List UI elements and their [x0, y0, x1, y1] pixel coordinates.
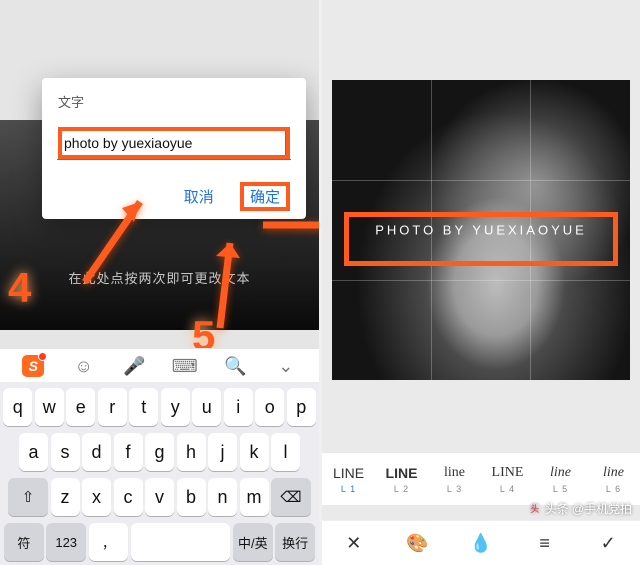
left-panel: 在此处点按两次即可更改文本 文字 取消 确定 — [0, 0, 319, 565]
font-tab-L5[interactable]: line L 5 — [534, 453, 587, 505]
opacity-button[interactable]: 💧 — [449, 533, 513, 554]
caption-input[interactable] — [62, 131, 286, 155]
font-label: L 4 — [500, 484, 515, 494]
key-a[interactable]: a — [19, 433, 48, 471]
font-tab-L4[interactable]: LINE L 4 — [481, 453, 534, 505]
language-key[interactable]: 中/英 — [233, 523, 273, 561]
key-y[interactable]: y — [161, 388, 190, 426]
key-j[interactable]: j — [208, 433, 237, 471]
key-q[interactable]: q — [3, 388, 32, 426]
space-key[interactable] — [131, 523, 231, 561]
key-t[interactable]: t — [129, 388, 158, 426]
key-b[interactable]: b — [177, 478, 206, 516]
keyboard-toolbar: S ☺ 🎤 ⌨ 🔍 ⌄ — [0, 348, 319, 383]
symbol-key[interactable]: 符 — [4, 523, 44, 561]
key-s[interactable]: s — [51, 433, 80, 471]
left-editor-area: 在此处点按两次即可更改文本 文字 取消 确定 — [0, 0, 319, 348]
key-c[interactable]: c — [114, 478, 143, 516]
key-e[interactable]: e — [66, 388, 95, 426]
shift-key[interactable]: ⇧ — [8, 478, 48, 516]
soft-keyboard: qwertyuiop asdfghjkl ⇧ zxcvbnm ⌫ 符 123 ，… — [0, 382, 319, 565]
edit-hint-text: 在此处点按两次即可更改文本 — [0, 268, 319, 287]
font-sample: LINE — [333, 465, 364, 481]
watermark: 头 头条 @手机党拍 — [528, 500, 632, 517]
font-tab-L1[interactable]: LINE L 1 — [322, 453, 375, 505]
key-p[interactable]: p — [287, 388, 316, 426]
font-tab-L6[interactable]: line L 6 — [587, 453, 640, 505]
key-o[interactable]: o — [255, 388, 284, 426]
font-tab-L3[interactable]: line L 3 — [428, 453, 481, 505]
backspace-key[interactable]: ⌫ — [271, 478, 311, 516]
align-button[interactable]: ≡ — [513, 533, 577, 554]
right-panel: PHOTO BY YUEXIAOYUE LINE L 1 LINE L 2 line L … — [322, 0, 640, 565]
key-l[interactable]: l — [271, 433, 300, 471]
font-label: L 1 — [341, 484, 356, 494]
font-label: L 3 — [447, 484, 462, 494]
font-sample: LINE — [492, 465, 524, 481]
caption-highlight-box — [344, 212, 618, 266]
comma-key[interactable]: ， — [89, 523, 129, 561]
key-m[interactable]: m — [240, 478, 269, 516]
bottom-toolbar: ✕ 🎨 💧 ≡ ✓ — [322, 520, 640, 565]
enter-key[interactable]: 换行 — [275, 523, 315, 561]
font-tab-L2[interactable]: LINE L 2 — [375, 453, 428, 505]
font-sample: line — [603, 465, 624, 481]
font-sample: line — [444, 465, 465, 481]
key-d[interactable]: d — [82, 433, 111, 471]
key-h[interactable]: h — [177, 433, 206, 471]
font-label: L 6 — [606, 484, 621, 494]
number-key[interactable]: 123 — [46, 523, 86, 561]
step-number-5: 5 — [192, 312, 215, 348]
key-x[interactable]: x — [82, 478, 111, 516]
text-input-dialog: 文字 取消 确定 — [42, 78, 306, 219]
key-f[interactable]: f — [114, 433, 143, 471]
key-i[interactable]: i — [224, 388, 253, 426]
collapse-keyboard-button[interactable]: ⌄ — [261, 356, 312, 377]
watermark-icon: 头 — [528, 502, 542, 516]
font-style-tabs: LINE L 1 LINE L 2 line L 3 LINE L 4 line L 5 line L… — [322, 452, 640, 505]
key-k[interactable]: k — [240, 433, 269, 471]
key-r[interactable]: r — [98, 388, 127, 426]
font-sample: line — [550, 465, 571, 481]
key-u[interactable]: u — [192, 388, 221, 426]
key-v[interactable]: v — [145, 478, 174, 516]
dialog-title: 文字 — [58, 92, 290, 111]
font-label: L 5 — [553, 484, 568, 494]
voice-input-button[interactable]: 🎤 — [109, 356, 160, 377]
color-palette-button[interactable]: 🎨 — [386, 533, 450, 554]
ime-logo[interactable]: S — [8, 355, 59, 377]
close-button[interactable]: ✕ — [322, 533, 386, 554]
step-number-4: 4 — [8, 264, 31, 312]
key-z[interactable]: z — [51, 478, 80, 516]
input-highlight-box — [58, 127, 290, 159]
ok-button[interactable]: 确定 — [240, 182, 290, 211]
keyboard-switch-button[interactable]: ⌨ — [160, 356, 211, 377]
emoji-button[interactable]: ☺ — [59, 356, 110, 377]
preview-photo[interactable]: PHOTO BY YUEXIAOYUE — [332, 80, 630, 380]
watermark-account: @手机党拍 — [572, 500, 632, 517]
key-n[interactable]: n — [208, 478, 237, 516]
key-w[interactable]: w — [35, 388, 64, 426]
font-label: L 2 — [394, 484, 409, 494]
confirm-button[interactable]: ✓ — [576, 533, 640, 554]
cancel-button[interactable]: 取消 — [180, 182, 218, 211]
font-sample: LINE — [386, 465, 418, 481]
watermark-prefix: 头条 — [545, 500, 569, 517]
key-g[interactable]: g — [145, 433, 174, 471]
search-button[interactable]: 🔍 — [210, 356, 261, 377]
